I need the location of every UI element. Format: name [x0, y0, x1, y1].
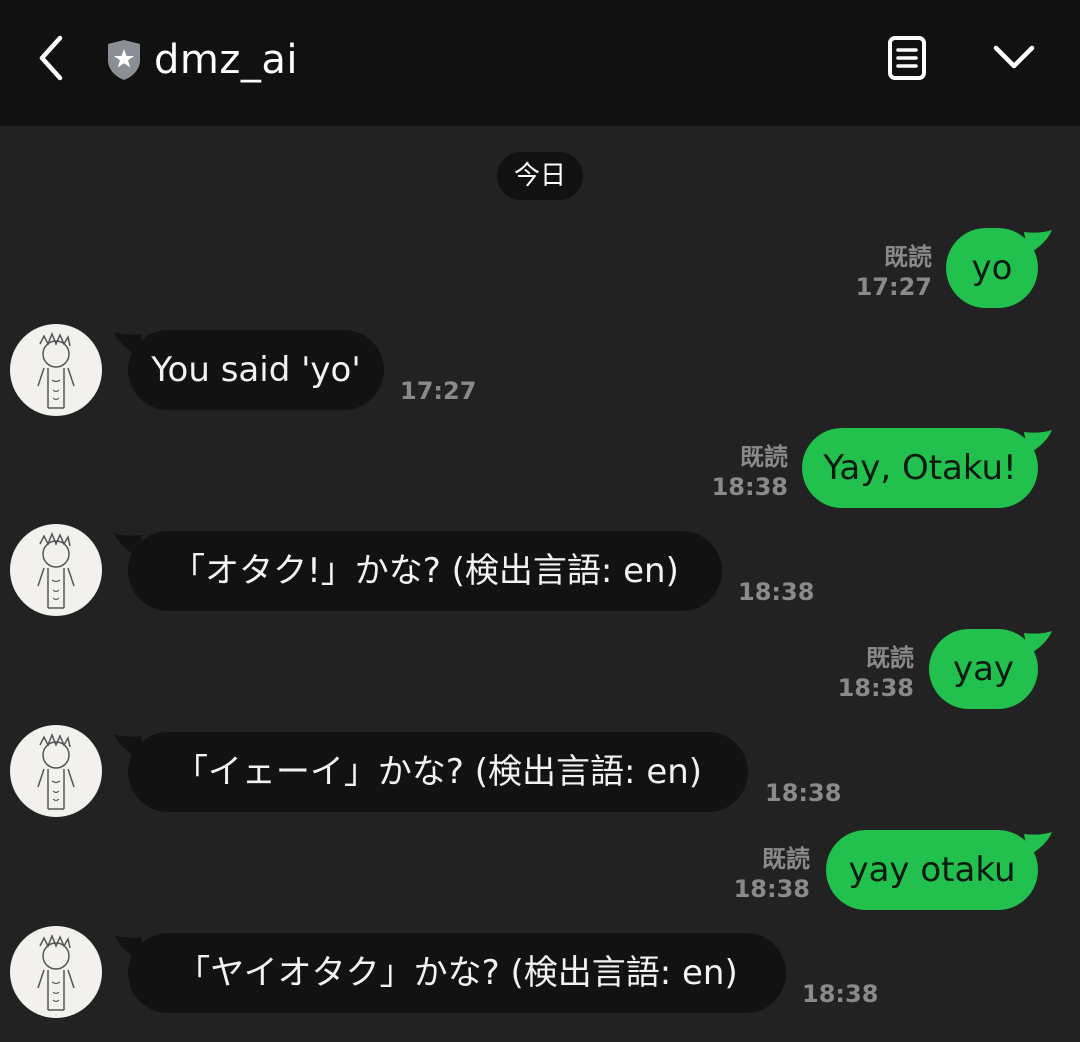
avatar[interactable]: [10, 524, 102, 616]
incoming-bubble[interactable]: 「イェーイ」かな? (検出言語: en): [128, 732, 748, 812]
message-time: 18:38: [802, 980, 879, 1008]
chevron-left-icon: [39, 35, 63, 81]
avatar-drawing-icon: [37, 331, 75, 409]
message-meta: 既読 18:38: [718, 844, 810, 904]
bubble-tail: [1024, 430, 1052, 454]
outgoing-bubble[interactable]: yay: [929, 629, 1038, 709]
outgoing-bubble[interactable]: yay otaku: [826, 830, 1038, 910]
read-receipt: 既読: [866, 644, 914, 672]
menu-dropdown-button[interactable]: [984, 30, 1044, 86]
avatar[interactable]: [10, 926, 102, 1018]
chat-title-area[interactable]: dmz_ai: [104, 30, 298, 90]
avatar-drawing-icon: [37, 531, 75, 609]
message-meta: 既読 18:38: [822, 643, 914, 703]
message-meta: 既読 18:38: [696, 442, 788, 502]
message-time: 17:27: [855, 273, 932, 301]
message-meta: 既読 17:27: [840, 242, 932, 302]
avatar-drawing-icon: [37, 732, 75, 810]
read-receipt: 既読: [740, 443, 788, 471]
bubble-tail: [1024, 631, 1052, 655]
note-icon: [888, 36, 926, 80]
avatar[interactable]: [10, 725, 102, 817]
bubble-tail: [1024, 832, 1052, 856]
outgoing-bubble[interactable]: Yay, Otaku!: [802, 428, 1038, 508]
incoming-bubble[interactable]: You said 'yo': [128, 330, 384, 410]
read-receipt: 既読: [884, 243, 932, 271]
message-time: 18:38: [765, 779, 842, 807]
notes-button[interactable]: [880, 30, 934, 86]
chat-title: dmz_ai: [154, 37, 298, 83]
message-time: 18:38: [738, 578, 815, 606]
chat-header: dmz_ai: [0, 0, 1080, 126]
avatar[interactable]: [10, 324, 102, 416]
message-time: 18:38: [837, 674, 914, 702]
shield-star-icon: [108, 40, 140, 80]
date-divider: 今日: [497, 152, 583, 200]
avatar-drawing-icon: [37, 933, 75, 1011]
message-time: 18:38: [711, 473, 788, 501]
message-time: 18:38: [733, 875, 810, 903]
bubble-tail: [1024, 230, 1052, 254]
incoming-bubble[interactable]: 「ヤイオタク」かな? (検出言語: en): [128, 933, 786, 1013]
read-receipt: 既読: [762, 845, 810, 873]
incoming-bubble[interactable]: 「オタク!」かな? (検出言語: en): [128, 531, 722, 611]
chevron-down-icon: [993, 45, 1035, 69]
message-time: 17:27: [400, 377, 477, 405]
back-button[interactable]: [28, 28, 76, 88]
